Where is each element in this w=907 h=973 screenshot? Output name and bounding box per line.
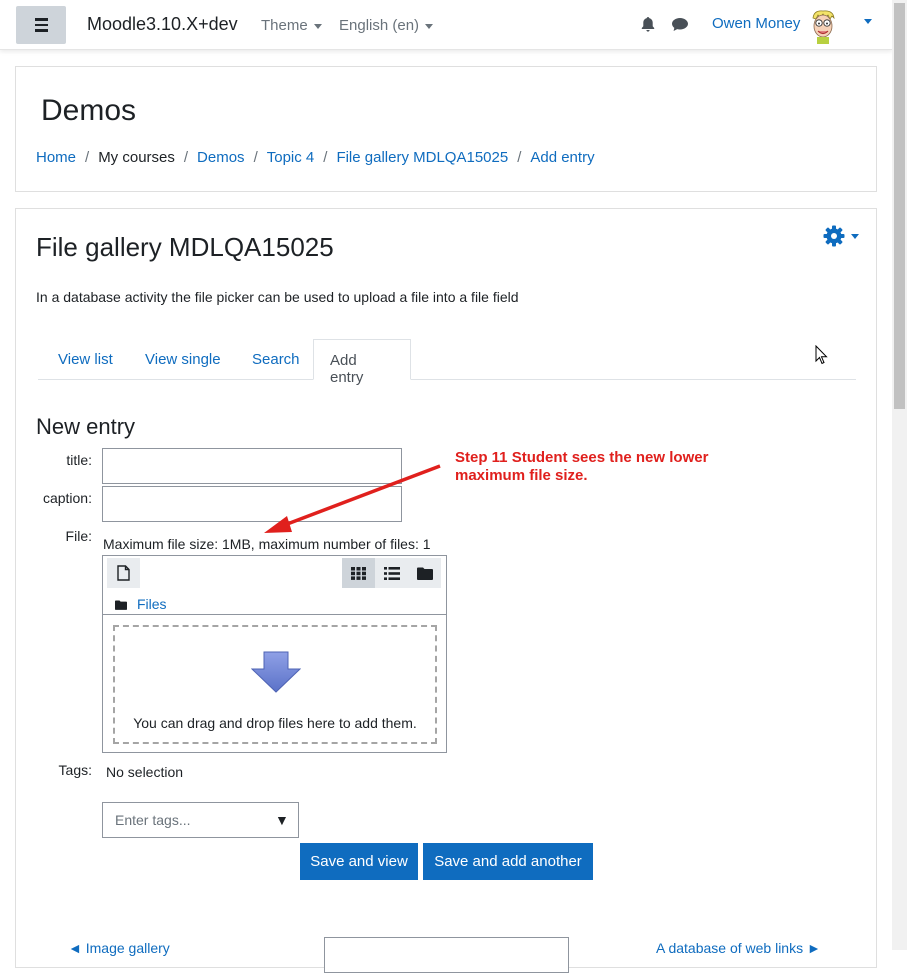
user-name[interactable]: Owen Money bbox=[712, 15, 800, 32]
breadcrumb-activity[interactable]: File gallery MDLQA15025 bbox=[336, 149, 508, 166]
tags-selection: No selection bbox=[106, 764, 184, 780]
annotation-line: Step 11 Student sees the new lower bbox=[455, 449, 709, 466]
chevron-down-icon bbox=[851, 233, 859, 239]
folder-icon bbox=[416, 567, 433, 580]
jump-to-select[interactable] bbox=[324, 937, 569, 973]
menu-button[interactable] bbox=[16, 6, 66, 44]
menu-icon-bar bbox=[34, 29, 48, 32]
file-label: File: bbox=[65, 528, 92, 544]
activity-tabs: View list View single Search Add entry bbox=[38, 339, 856, 386]
tab-view-single[interactable]: View single bbox=[145, 339, 221, 380]
breadcrumb-separator: / bbox=[323, 149, 328, 166]
dropzone-text: You can drag and drop files here to add … bbox=[133, 715, 417, 731]
file-manager-toolbar bbox=[103, 556, 446, 590]
file-dropzone[interactable]: You can drag and drop files here to add … bbox=[113, 625, 437, 744]
annotation-line: maximum file size. bbox=[455, 467, 588, 484]
annotation-text: Step 11 Student sees the new lower maxim… bbox=[455, 449, 775, 485]
down-arrow-icon bbox=[251, 651, 301, 693]
avatar[interactable] bbox=[808, 9, 838, 44]
caption-label: caption: bbox=[42, 490, 92, 506]
add-file-button[interactable] bbox=[107, 558, 140, 588]
menu-icon-bar bbox=[34, 18, 48, 21]
page-scrollbar[interactable] bbox=[892, 0, 907, 950]
language-dropdown[interactable]: English (en) bbox=[339, 17, 434, 34]
view-tree-button[interactable] bbox=[408, 558, 441, 588]
breadcrumb-separator: / bbox=[253, 149, 258, 166]
section-title: New entry bbox=[36, 414, 136, 439]
grid-icon bbox=[351, 566, 366, 580]
breadcrumb: Home / My courses / Demos / Topic 4 / File galle… bbox=[36, 149, 595, 166]
tab-search[interactable]: Search bbox=[252, 339, 300, 380]
tags-input[interactable]: Enter tags... ▼ bbox=[102, 802, 299, 838]
theme-label: Theme bbox=[261, 17, 308, 34]
dropdown-arrow-icon[interactable]: ▼ bbox=[275, 812, 289, 828]
save-and-add-another-button[interactable]: Save and add another bbox=[423, 843, 593, 880]
tab-view-list[interactable]: View list bbox=[58, 339, 113, 380]
title-input[interactable] bbox=[102, 448, 402, 484]
file-manager: Files You can drag and drop files here t… bbox=[102, 555, 447, 753]
list-icon bbox=[383, 566, 400, 580]
scrollbar-thumb[interactable] bbox=[894, 3, 905, 409]
breadcrumb-my-courses: My courses bbox=[98, 149, 175, 166]
folder-icon bbox=[115, 600, 127, 611]
user-menu-chevron-icon[interactable] bbox=[864, 19, 872, 24]
breadcrumb-separator: / bbox=[517, 149, 522, 166]
main-content: File gallery MDLQA15025 In a database ac… bbox=[15, 208, 877, 973]
activity-title: File gallery MDLQA15025 bbox=[36, 232, 334, 262]
title-label: title: bbox=[66, 452, 92, 468]
activity-intro: In a database activity the file picker c… bbox=[36, 289, 519, 305]
view-icons-button[interactable] bbox=[342, 558, 375, 588]
cursor-icon bbox=[815, 345, 828, 365]
chat-icon[interactable] bbox=[671, 17, 689, 32]
caption-input[interactable] bbox=[102, 486, 402, 522]
breadcrumb-add-entry[interactable]: Add entry bbox=[530, 149, 594, 166]
language-label: English (en) bbox=[339, 17, 420, 34]
files-path-link[interactable]: Files bbox=[137, 596, 167, 612]
menu-icon-bar bbox=[34, 23, 48, 27]
breadcrumb-separator: / bbox=[85, 149, 90, 166]
divider bbox=[103, 614, 446, 615]
site-name[interactable]: Moodle3.10.X+dev bbox=[87, 14, 238, 35]
chevron-down-icon bbox=[425, 23, 434, 29]
theme-dropdown[interactable]: Theme bbox=[261, 17, 322, 34]
breadcrumb-separator: / bbox=[183, 149, 189, 166]
tags-placeholder: Enter tags... bbox=[115, 812, 191, 828]
view-list-button[interactable] bbox=[375, 558, 408, 588]
file-icon bbox=[117, 565, 130, 581]
bell-icon[interactable] bbox=[640, 16, 656, 33]
max-file-size-text: Maximum file size: 1MB, maximum number o… bbox=[103, 536, 431, 552]
page-title: Demos bbox=[41, 94, 137, 127]
breadcrumb-home[interactable]: Home bbox=[36, 149, 76, 166]
prev-activity-link[interactable]: ◄ Image gallery bbox=[68, 940, 170, 956]
activity-settings-menu[interactable] bbox=[823, 225, 859, 247]
save-and-view-button[interactable]: Save and view bbox=[300, 843, 418, 880]
file-manager-path: Files bbox=[115, 596, 167, 612]
next-activity-link[interactable]: A database of web links ► bbox=[656, 940, 821, 956]
navbar: Moodle3.10.X+dev Theme English (en) Owen… bbox=[0, 0, 892, 50]
breadcrumb-topic[interactable]: Topic 4 bbox=[267, 149, 315, 166]
tab-add-entry[interactable]: Add entry bbox=[313, 339, 411, 386]
chevron-down-icon bbox=[313, 23, 322, 29]
breadcrumb-demos[interactable]: Demos bbox=[197, 149, 245, 166]
page-header: Demos Home / My courses / Demos / Topic 4 / File… bbox=[15, 66, 877, 192]
tags-label: Tags: bbox=[58, 762, 92, 778]
gear-icon bbox=[823, 225, 845, 247]
